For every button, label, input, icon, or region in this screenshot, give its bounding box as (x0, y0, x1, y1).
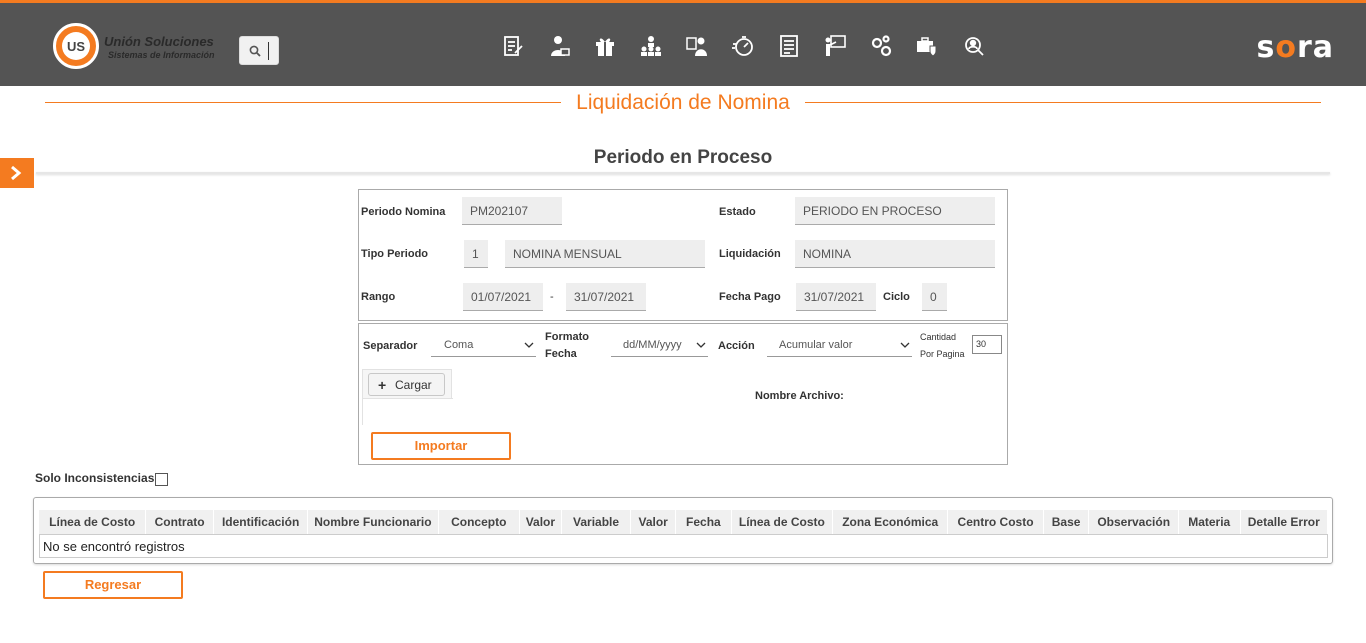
column-header[interactable]: Centro Costo (948, 510, 1044, 534)
org-chart-icon[interactable] (628, 31, 674, 61)
main-nav (490, 31, 996, 61)
column-header[interactable]: Concepto (439, 510, 520, 534)
solo-inconsistencias-label: Solo Inconsistencias (35, 471, 155, 485)
column-header[interactable]: Base (1044, 510, 1090, 534)
sara-brand-logo: sora (1256, 30, 1334, 65)
search-icon (249, 45, 261, 57)
importar-button[interactable]: Importar (371, 432, 511, 460)
file-upload-area: + Cargar (362, 369, 453, 426)
column-header[interactable]: Línea de Costo (39, 510, 147, 534)
search-people-icon[interactable] (950, 31, 996, 61)
rango-hasta-field: 31/07/2021 (566, 283, 646, 311)
rango-desde-field: 01/07/2021 (463, 283, 543, 311)
column-header[interactable]: Nombre Funcionario (308, 510, 439, 534)
tipo-periodo-label: Tipo Periodo (361, 248, 429, 260)
chevron-down-icon (900, 342, 910, 348)
column-header[interactable]: Variable (562, 510, 632, 534)
table-header: Línea de Costo Contrato Identificación N… (39, 510, 1328, 534)
user-card-icon[interactable] (536, 31, 582, 61)
company-logo[interactable]: US (53, 23, 99, 69)
empty-table-message: No se encontró registros (39, 534, 1328, 558)
chevron-down-icon (524, 342, 534, 348)
logo-name: Unión Soluciones (104, 34, 214, 49)
logo-subtitle: Sistemas de Información (108, 50, 215, 60)
section-title: Periodo en Proceso (593, 147, 773, 168)
logo-mark: US (62, 32, 90, 60)
periodo-nomina-label: Periodo Nomina (361, 206, 446, 218)
document-edit-icon[interactable] (490, 31, 536, 61)
period-info-panel: Periodo Nomina PM202107 Estado PERIODO E… (358, 189, 1008, 321)
regresar-button[interactable]: Regresar (43, 571, 183, 599)
briefcase-shield-icon[interactable] (904, 31, 950, 61)
presentation-icon[interactable] (812, 31, 858, 61)
cargar-button[interactable]: + Cargar (368, 373, 445, 396)
cantidad-label-2: Por Pagina (920, 349, 965, 359)
page-title: Liquidación de Nomina (0, 91, 1366, 115)
fecha-pago-field: 31/07/2021 (796, 283, 876, 311)
liquidacion-field: NOMINA (795, 240, 995, 268)
search-button[interactable] (239, 36, 279, 65)
search-caret (268, 42, 269, 60)
plus-icon: + (378, 377, 387, 393)
column-header[interactable]: Valor (520, 510, 562, 534)
cantidad-por-pagina-input[interactable]: 30 (972, 335, 1002, 354)
list-document-icon[interactable] (766, 31, 812, 61)
liquidacion-label: Liquidación (719, 248, 781, 260)
top-bar: US Unión Soluciones Sistemas de Informac… (0, 0, 1366, 86)
formato-fecha-select[interactable]: dd/MM/yyyy (611, 333, 708, 357)
cargar-label: Cargar (395, 378, 432, 392)
results-table: Línea de Costo Contrato Identificación N… (33, 497, 1333, 564)
rango-separator: - (550, 291, 554, 303)
nombre-archivo-label: Nombre Archivo: (755, 390, 844, 402)
separador-label: Separador (363, 340, 418, 352)
section-divider (36, 172, 1330, 174)
column-header[interactable]: Contrato (146, 510, 214, 534)
fecha-pago-label: Fecha Pago (719, 291, 781, 303)
column-header[interactable]: Valor (631, 510, 677, 534)
column-header[interactable]: Identificación (214, 510, 309, 534)
people-badge-icon[interactable] (674, 31, 720, 61)
column-header[interactable]: Zona Económica (833, 510, 949, 534)
estado-field: PERIODO EN PROCESO (795, 197, 995, 225)
rango-label: Rango (361, 291, 396, 303)
formato-fecha-value: dd/MM/yyyy (623, 339, 682, 351)
formato-fecha-label-2: Fecha (545, 348, 577, 360)
gift-icon[interactable] (582, 31, 628, 61)
tipo-periodo-field: NOMINA MENSUAL (505, 240, 705, 268)
periodo-nomina-field: PM202107 (462, 197, 562, 225)
import-panel: Separador Coma Formato Fecha dd/MM/yyyy … (358, 323, 1008, 465)
formato-fecha-label-1: Formato (545, 331, 589, 343)
column-header[interactable]: Materia (1179, 510, 1241, 534)
chevron-down-icon (696, 342, 706, 348)
separador-select[interactable]: Coma (431, 333, 536, 357)
accion-select[interactable]: Acumular valor (767, 333, 912, 357)
solo-inconsistencias-checkbox[interactable] (155, 473, 168, 486)
ciclo-field: 0 (922, 283, 947, 311)
column-header[interactable]: Línea de Costo (732, 510, 834, 534)
estado-label: Estado (719, 206, 756, 218)
ciclo-label: Ciclo (883, 291, 910, 303)
tipo-periodo-code-field: 1 (464, 240, 488, 268)
column-header[interactable]: Observación (1089, 510, 1179, 534)
timer-icon[interactable] (720, 31, 766, 61)
column-header[interactable]: Detalle Error (1241, 510, 1328, 534)
separador-value: Coma (444, 339, 474, 351)
gears-icon[interactable] (858, 31, 904, 61)
accion-label: Acción (718, 340, 755, 352)
cantidad-label-1: Cantidad (920, 332, 957, 342)
file-drop-zone[interactable] (363, 398, 453, 426)
accion-value: Acumular valor (779, 339, 853, 351)
column-header[interactable]: Fecha (676, 510, 732, 534)
